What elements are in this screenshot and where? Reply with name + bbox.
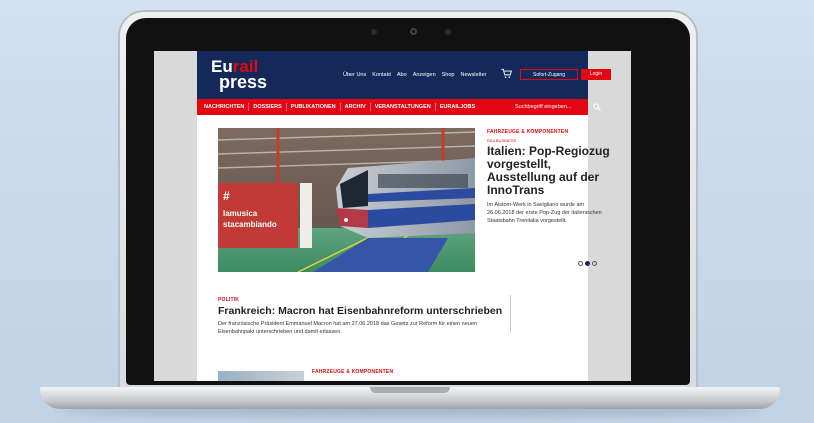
page-margin-left (154, 51, 197, 381)
laptop-lid: Eurail press Über Uns Kontakt Abo Anzeig… (118, 10, 698, 393)
article-teaser: POLITIK Frankreich: Macron hat Eisenbahn… (218, 297, 513, 336)
search-bar (515, 99, 601, 115)
login-button[interactable]: Login (581, 69, 611, 80)
eurailpress-logo[interactable]: Eurail press (211, 58, 268, 92)
carousel-dot-1[interactable] (578, 261, 583, 266)
site-header: Eurail press Über Uns Kontakt Abo Anzeig… (197, 51, 611, 99)
nav-veranstaltungen[interactable]: VERANSTALTUNGEN (371, 103, 436, 111)
hero-teaser: FAHRZEUGE & KOMPONENTEN RAILBUSINESS Ita… (487, 129, 612, 225)
camera-icon (410, 28, 417, 35)
hero-text: Im Alstom-Werk in Savigliano wurde am 26… (487, 202, 602, 224)
nav-eurailjobs[interactable]: EURAILJOBS (436, 103, 479, 111)
carousel-dot-3[interactable] (592, 261, 597, 266)
carousel-dot-2[interactable] (585, 261, 590, 266)
article-text: Der französische Präsident Emmanuel Macr… (218, 321, 477, 335)
topnav-ueber-uns[interactable]: Über Uns (343, 72, 366, 78)
sensor-dot (445, 29, 451, 35)
nav-publikationen[interactable]: PUBLIKATIONEN (287, 103, 341, 111)
topnav-abo[interactable]: Abo (397, 72, 407, 78)
column-divider (510, 295, 511, 333)
sofort-zugang-button[interactable]: Sofort-Zugang (520, 69, 578, 80)
website: Eurail press Über Uns Kontakt Abo Anzeig… (197, 51, 611, 381)
topnav-anzeigen[interactable]: Anzeigen (413, 72, 436, 78)
carousel-dots (578, 261, 597, 266)
topnav-shop[interactable]: Shop (442, 72, 455, 78)
article-thumbnail[interactable] (218, 371, 304, 381)
search-input[interactable] (515, 102, 593, 112)
topnav-newsletter[interactable]: Newsletter (460, 72, 486, 78)
nav-nachrichten[interactable]: NACHRICHTEN (200, 103, 250, 111)
banner-hash: # (223, 189, 230, 203)
hero-tag: RAILBUSINESS (487, 138, 517, 143)
top-navigation: Über Uns Kontakt Abo Anzeigen Shop Newsl… (343, 72, 486, 78)
logo-press: press (219, 72, 268, 92)
sensor-dot (371, 29, 377, 35)
browser-viewport: Eurail press Über Uns Kontakt Abo Anzeig… (154, 51, 631, 381)
search-icon[interactable] (593, 103, 601, 111)
main-navigation: NACHRICHTEN DOSSIERS PUBLIKATIONEN ARCHI… (197, 99, 601, 115)
cart-icon[interactable] (501, 68, 512, 79)
article3-category[interactable]: FAHRZEUGE & KOMPONENTEN (312, 369, 393, 375)
article-title[interactable]: Frankreich: Macron hat Eisenbahnreform u… (218, 305, 513, 317)
hero-category[interactable]: FAHRZEUGE & KOMPONENTEN (487, 129, 612, 135)
article-category[interactable]: POLITIK (218, 297, 513, 303)
nav-dossiers[interactable]: DOSSIERS (249, 103, 287, 111)
topnav-kontakt[interactable]: Kontakt (372, 72, 391, 78)
screen-bezel: Eurail press Über Uns Kontakt Abo Anzeig… (126, 18, 690, 385)
banner-line-lamusica: lamusica (223, 209, 258, 218)
main-nav-items: NACHRICHTEN DOSSIERS PUBLIKATIONEN ARCHI… (200, 99, 479, 115)
hero-image[interactable]: # lamusica stacambiando (218, 128, 475, 272)
laptop-notch (370, 387, 450, 393)
laptop-base (40, 387, 780, 409)
banner-line-stacambiando: stacambiando (223, 220, 277, 229)
nav-archiv[interactable]: ARCHIV (341, 103, 371, 111)
hero-title[interactable]: Italien: Pop-Regiozug vorgestellt, Ausst… (487, 145, 612, 197)
